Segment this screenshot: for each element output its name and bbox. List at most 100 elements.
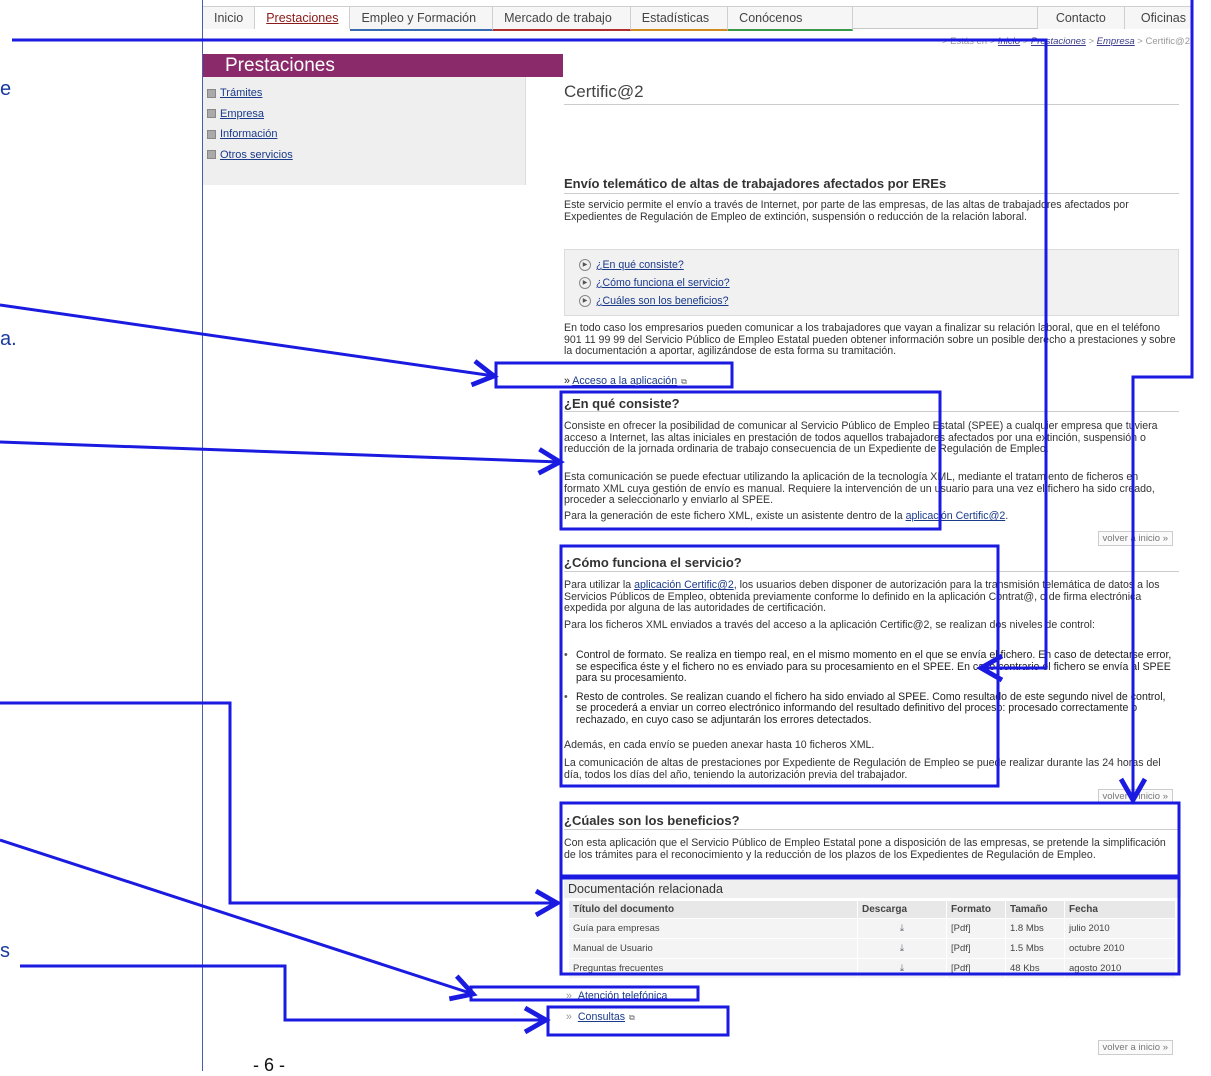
doc-size: 48 Kbs <box>1005 958 1065 979</box>
breadcrumb-empresa[interactable]: Empresa <box>1097 36 1135 47</box>
expand-icon <box>207 129 216 139</box>
column-header: Título del documento <box>568 900 858 919</box>
q3-paragraph-1: Con esta aplicación que el Servicio Públ… <box>564 837 1166 861</box>
column-header: Fecha <box>1064 900 1176 919</box>
faq-link-1[interactable]: ▶ ¿En qué consiste? <box>579 259 684 271</box>
faq-link-2[interactable]: ▶ ¿Cómo funciona el servicio? <box>579 277 730 289</box>
doc-size: 1.8 Mbs <box>1005 918 1065 939</box>
q2-paragraph-3: Además, en cada envío se pueden anexar h… <box>564 739 875 751</box>
expand-icon <box>207 109 216 118</box>
list-item: Resto de controles. Se realizan cuando e… <box>564 691 1176 727</box>
back-to-top-button-2[interactable]: volver a inicio » <box>1097 789 1173 804</box>
tab-prestaciones[interactable]: Prestaciones <box>255 6 351 29</box>
web-page: Inicio Prestaciones Empleo y Formación M… <box>202 0 1196 1075</box>
certifica2-link[interactable]: aplicación Certific@2 <box>906 510 1006 522</box>
doc-title[interactable]: Preguntas frecuentes <box>568 958 858 979</box>
back-to-top-button-3[interactable]: volver a inicio » <box>1097 1040 1173 1055</box>
sidebar-title: Prestaciones <box>203 54 563 77</box>
download-icon[interactable]: ⤓ <box>857 918 947 939</box>
breadcrumb-prefix: > Estás en > <box>941 36 996 47</box>
doc-format: [Pdf] <box>946 938 1006 959</box>
cropped-text-fragment: a. <box>0 328 17 350</box>
section-divider <box>564 193 1179 194</box>
related-docs-table: Título del documento Descarga Formato Ta… <box>568 900 1176 979</box>
play-icon: ▶ <box>579 259 591 271</box>
cropped-text-fragment: e <box>0 78 12 100</box>
page-number: - 6 - <box>253 1055 286 1075</box>
sidebar-item-label[interactable]: Otros servicios <box>220 149 293 161</box>
faq-link-label[interactable]: ¿Cuáles son los beneficios? <box>596 295 729 307</box>
footer-link-label[interactable]: Consultas <box>578 1011 625 1023</box>
tab-estadisticas[interactable]: Estadísticas <box>630 6 729 31</box>
q3-divider <box>564 829 1179 830</box>
footer-link-phone[interactable]: » Atención telefónica <box>566 990 667 1002</box>
table-row: Preguntas frecuentes ⤓ [Pdf] 48 Kbs agos… <box>568 958 1176 979</box>
download-icon[interactable]: ⤓ <box>857 958 947 979</box>
doc-date: agosto 2010 <box>1064 958 1176 979</box>
sidebar-item-otros-servicios[interactable]: Otros servicios <box>207 149 525 161</box>
column-header: Tamaño <box>1005 900 1065 919</box>
access-link-row: » Acceso a la aplicación ⧉ <box>564 375 687 387</box>
intro-text: Este servicio permite el envío a través … <box>564 199 1129 223</box>
q1-heading: ¿En qué consiste? <box>564 396 680 411</box>
tab-contacto[interactable]: Contacto <box>1037 6 1125 29</box>
sidebar-menu: Trámites Empresa Información Otros servi… <box>203 77 526 185</box>
external-link-icon: ⧉ <box>629 1013 635 1022</box>
back-to-top-button-1[interactable]: volver a inicio » <box>1097 531 1173 546</box>
play-icon: ▶ <box>579 295 591 307</box>
sidebar-item-label[interactable]: Empresa <box>220 108 264 120</box>
table-row: Guía para empresas ⤓ [Pdf] 1.8 Mbs julio… <box>568 918 1176 939</box>
tab-empleo-formacion[interactable]: Empleo y Formación <box>350 6 494 31</box>
page-title: Certific@2 <box>564 82 644 101</box>
note-text: En todo caso los empresarios pueden comu… <box>564 322 1176 357</box>
breadcrumb-current: Certific@2 <box>1145 36 1191 47</box>
section-heading: Envío telemático de altas de trabajadore… <box>564 176 947 191</box>
footer-link-label[interactable]: Atención telefónica <box>578 990 668 1002</box>
faq-link-label[interactable]: ¿En qué consiste? <box>596 259 684 271</box>
faq-index-box: ▶ ¿En qué consiste? ▶ ¿Cómo funciona el se… <box>564 249 1179 316</box>
q2-paragraph-4: La comunicación de altas de prestaciones… <box>564 757 1161 781</box>
expand-icon <box>207 150 216 159</box>
sidebar-item-tramites[interactable]: Trámites <box>207 87 525 99</box>
faq-link-3[interactable]: ▶ ¿Cuáles son los beneficios? <box>579 295 729 307</box>
download-icon[interactable]: ⤓ <box>857 938 947 959</box>
q1-paragraph-3: Para la generación de este fichero XML, … <box>564 510 1009 522</box>
tab-spacer <box>853 6 1038 28</box>
breadcrumb-inicio[interactable]: Inicio <box>998 36 1020 47</box>
title-divider <box>564 104 1179 105</box>
tab-oficinas[interactable]: Oficinas <box>1124 6 1193 29</box>
table-row: Manual de Usuario ⤓ [Pdf] 1.5 Mbs octubr… <box>568 938 1176 959</box>
doc-format: [Pdf] <box>946 918 1006 939</box>
external-link-icon: ⧉ <box>681 377 687 386</box>
tab-conocenos[interactable]: Conócenos <box>728 6 854 31</box>
doc-title[interactable]: Manual de Usuario <box>568 938 858 959</box>
q2-divider <box>564 571 1179 572</box>
tab-inicio[interactable]: Inicio <box>203 6 256 29</box>
control-levels-list: Control de formato. Se realiza en tiempo… <box>564 649 1176 733</box>
certifica2-link-2[interactable]: aplicación Certific@2 <box>634 579 734 591</box>
column-header: Descarga <box>857 900 947 919</box>
q2-heading: ¿Cómo funciona el servicio? <box>564 555 742 570</box>
doc-size: 1.5 Mbs <box>1005 938 1065 959</box>
column-header: Formato <box>946 900 1006 919</box>
doc-date: julio 2010 <box>1064 918 1176 939</box>
faq-link-label[interactable]: ¿Cómo funciona el servicio? <box>596 277 730 289</box>
list-item: Control de formato. Se realiza en tiempo… <box>564 649 1176 685</box>
top-navigation: Inicio Prestaciones Empleo y Formación M… <box>203 6 1193 31</box>
q2-paragraph-2: Para los ficheros XML enviados a través … <box>564 619 1095 631</box>
doc-title[interactable]: Guía para empresas <box>568 918 858 939</box>
sidebar-item-label[interactable]: Trámites <box>220 87 262 99</box>
breadcrumb: > Estás en > Inicio > Prestaciones > Emp… <box>941 36 1191 47</box>
tab-mercado-trabajo[interactable]: Mercado de trabajo <box>493 6 631 31</box>
footer-link-consultas[interactable]: » Consultas ⧉ <box>566 1011 635 1023</box>
doc-date: octubre 2010 <box>1064 938 1176 959</box>
breadcrumb-prestaciones[interactable]: Prestaciones <box>1031 36 1086 47</box>
expand-icon <box>207 88 216 98</box>
sidebar-item-informacion[interactable]: Información <box>207 128 525 140</box>
q1-paragraph-2: Esta comunicación se puede efectuar util… <box>564 471 1155 506</box>
sidebar-item-empresa[interactable]: Empresa <box>207 108 525 120</box>
access-application-link[interactable]: Acceso a la aplicación <box>572 375 677 387</box>
doc-format: [Pdf] <box>946 958 1006 979</box>
sidebar-item-label[interactable]: Información <box>220 128 277 140</box>
q2-paragraph-1: Para utilizar la aplicación Certific@2, … <box>564 579 1160 614</box>
